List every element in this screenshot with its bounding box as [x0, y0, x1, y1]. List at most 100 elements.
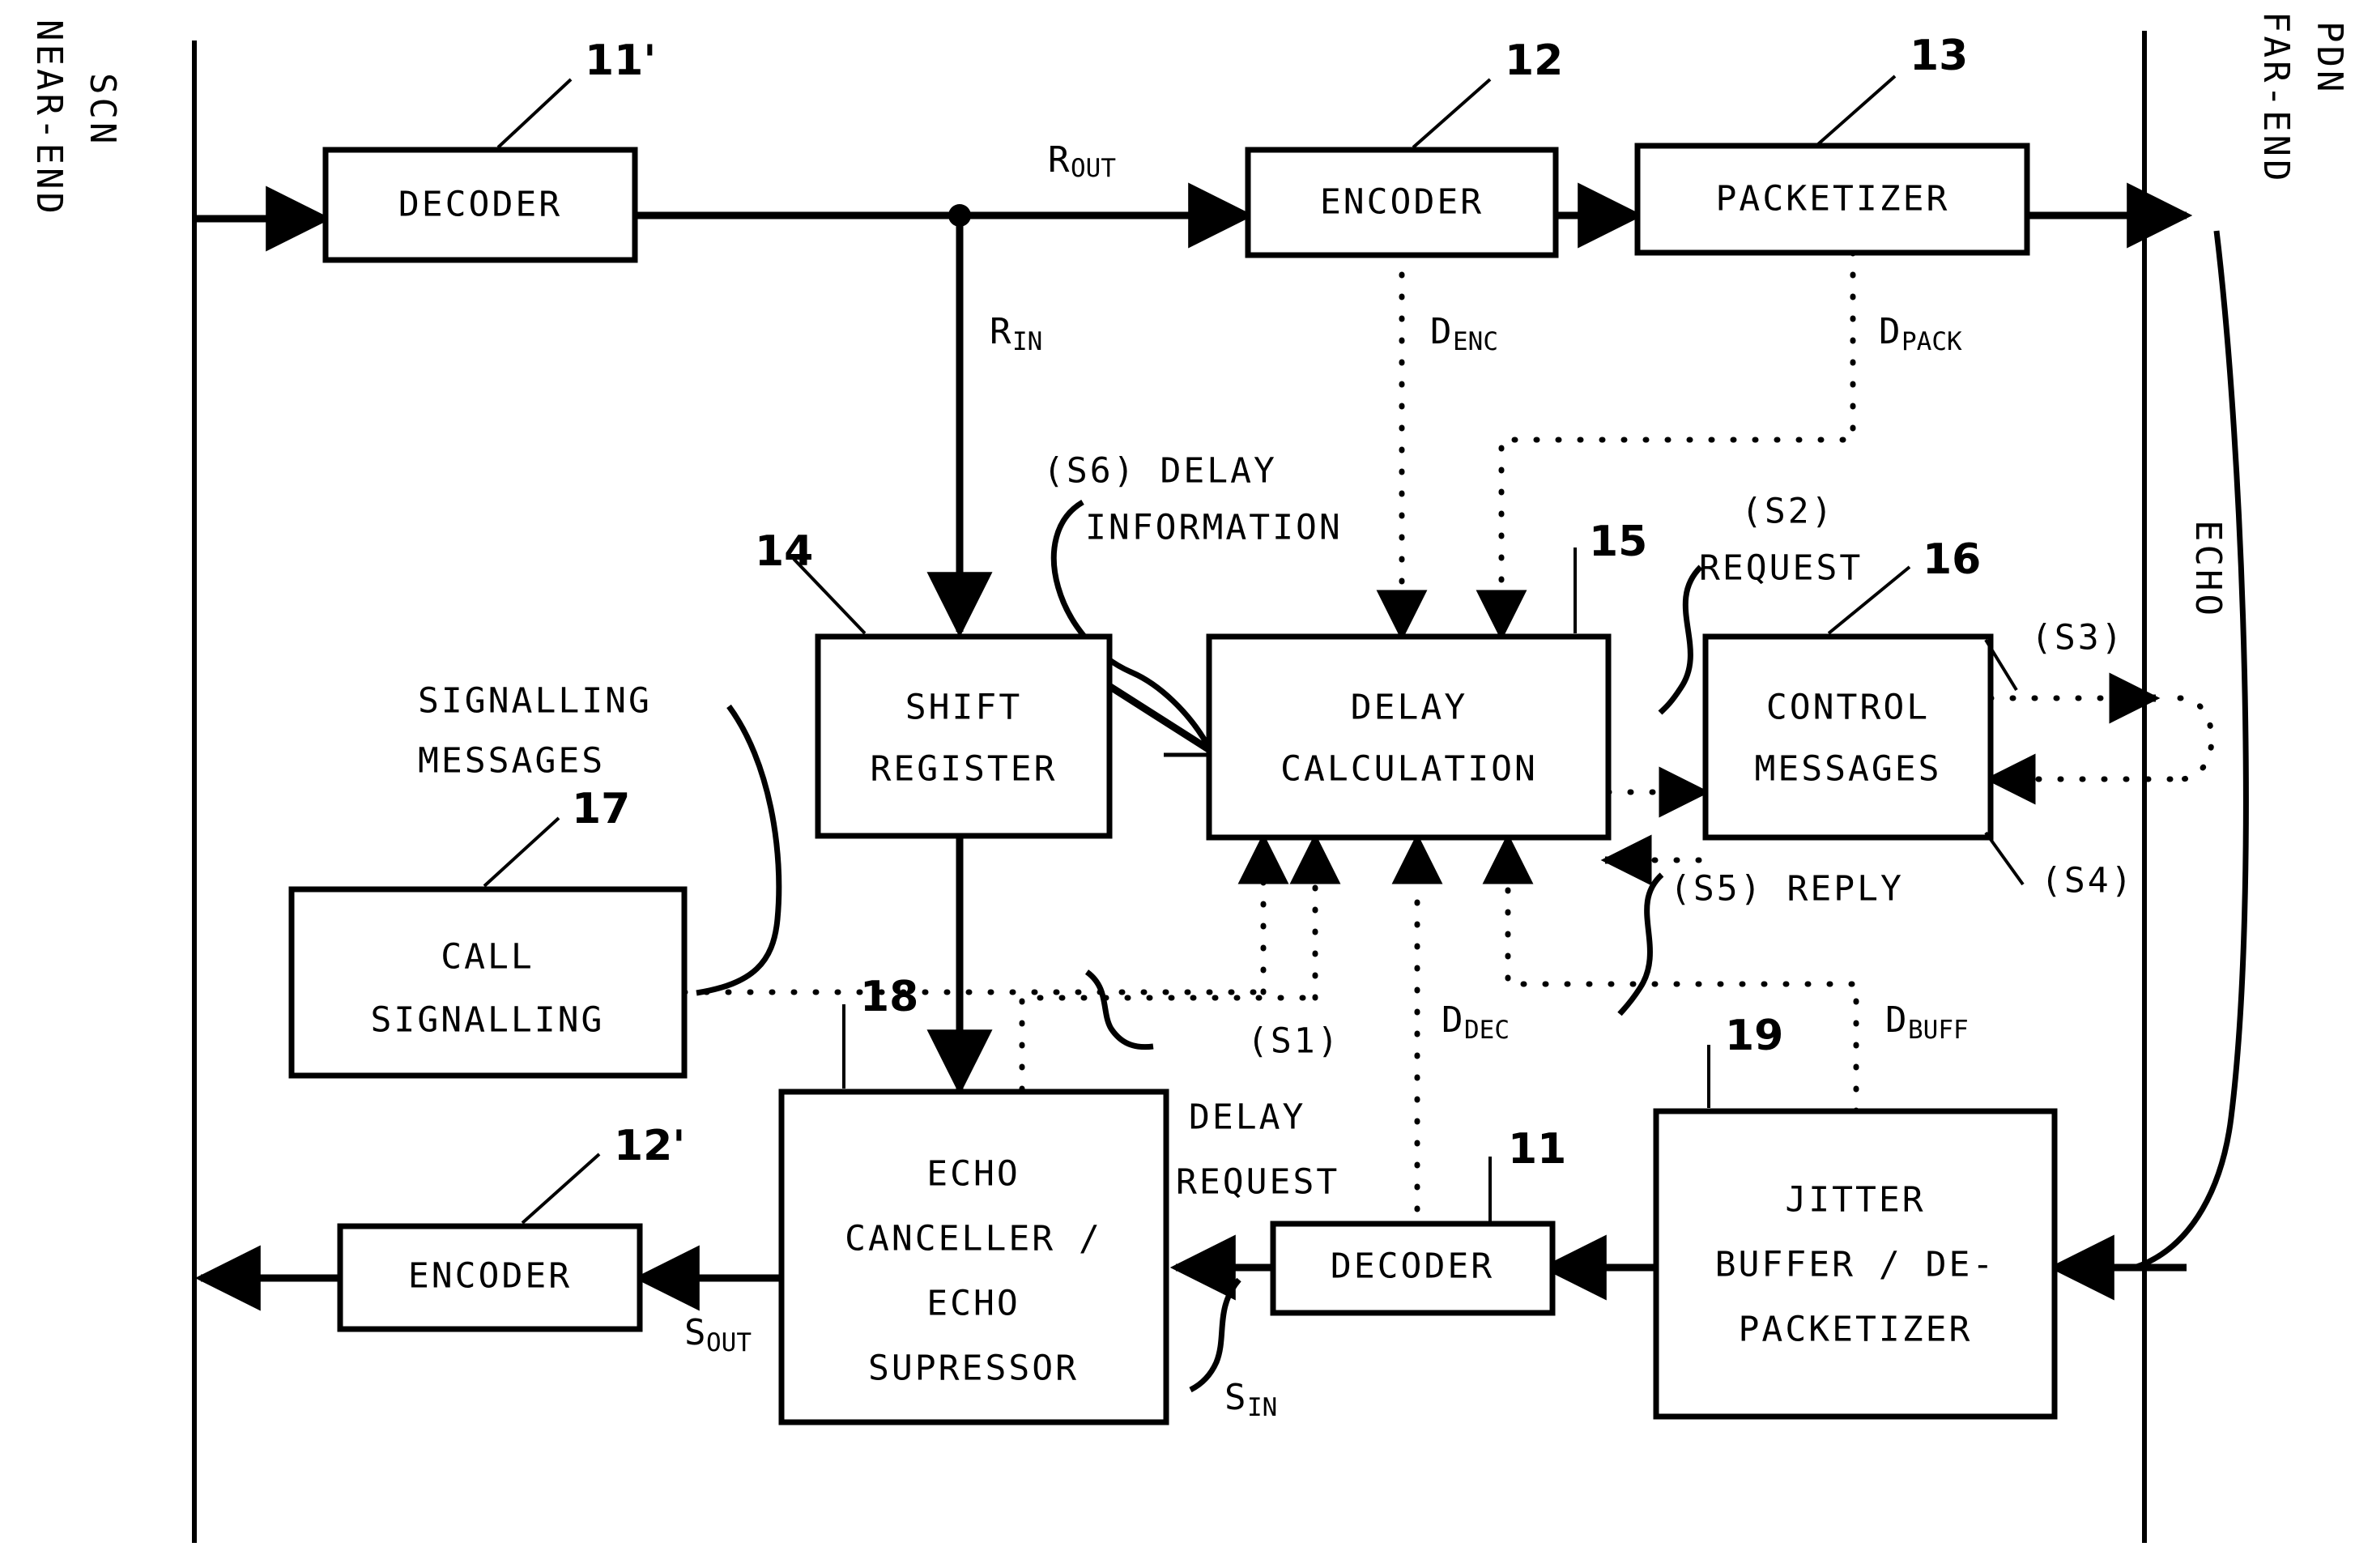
label-echo-canceller-2: CANCELLER / [845, 1219, 1102, 1259]
svg-text:D: D [1885, 999, 1907, 1041]
block-shift-register[interactable] [815, 633, 1113, 839]
rail-label-echo: ECHO [2187, 520, 2229, 619]
leader-11prime [496, 78, 573, 149]
annot-s1-line2: DELAY [1189, 1097, 1305, 1138]
signal-label-d-buff: D BUFF [1885, 999, 1969, 1045]
squiggle-s1 [1084, 969, 1154, 1050]
refnum-11prime: 11' [585, 36, 656, 85]
sig-ddec-base: D [1442, 999, 1463, 1041]
leader-13 [1816, 75, 1897, 146]
annot-signalling-line2: MESSAGES [418, 741, 605, 782]
sig-denc-base: D [1430, 311, 1452, 352]
label-encoder-top: ENCODER [1320, 182, 1484, 223]
rail-label-scn: SCN [82, 73, 123, 147]
block-control-messages[interactable] [1702, 633, 1994, 841]
refnum-17: 17 [572, 785, 630, 833]
label-echo-canceller-1: ECHO [926, 1154, 1020, 1195]
label-jitter-buffer-3: PACKETIZER [1739, 1310, 1973, 1350]
leader-17 [483, 816, 560, 888]
label-decoder-top: DECODER [398, 185, 562, 225]
label-call-signalling-2: SIGNALLING [371, 1000, 605, 1041]
squiggle-s5 [1617, 872, 1664, 1016]
annot-s3: (S3) [2031, 618, 2125, 658]
annot-s5: (S5) REPLY [1670, 869, 1904, 910]
label-jitter-buffer-1: JITTER [1785, 1180, 1925, 1221]
leader-s4 [1984, 831, 2025, 886]
label-delay-calculation-2: CALCULATION [1280, 749, 1538, 790]
refnum-15: 15 [1589, 518, 1647, 566]
sig-sout-sub: OUT [706, 1328, 752, 1357]
squiggle-s2 [1658, 565, 1703, 715]
annot-s2-line2: REQUEST [1699, 548, 1863, 589]
svg-text:OUT: OUT [1071, 154, 1116, 183]
path-echo-loop [2133, 230, 2249, 1271]
label-shift-register-1: SHIFT [905, 688, 1022, 728]
annot-s1-line1: (S1) [1247, 1021, 1341, 1062]
annot-s2-line1: (S2) [1741, 492, 1835, 532]
rail-label-pdn: PDN [2309, 21, 2350, 95]
svg-text:S: S [1224, 1377, 1246, 1418]
label-control-messages-2: MESSAGES [1754, 749, 1941, 790]
sig-rin-base: R [990, 311, 1011, 352]
squiggle-sin [1189, 1277, 1241, 1393]
sig-dbuff-sub: BUFF [1908, 1016, 1969, 1045]
signal-label-s-out: S OUT [684, 1312, 752, 1357]
label-echo-canceller-3: ECHO [926, 1284, 1020, 1324]
label-call-signalling-1: CALL [441, 937, 534, 978]
refnum-12: 12 [1505, 36, 1563, 85]
leader-12prime [521, 1153, 601, 1225]
signal-label-d-enc: D ENC [1430, 311, 1498, 356]
svg-text:IN: IN [1012, 327, 1042, 356]
annot-s4: (S4) [2041, 861, 2135, 901]
svg-text:ENC: ENC [1453, 327, 1498, 356]
signal-label-s-in: S IN [1224, 1377, 1277, 1422]
annot-signalling-line1: SIGNALLING [418, 681, 652, 722]
sig-dpack-base: D [1879, 311, 1901, 352]
label-jitter-buffer-2: BUFFER / DE- [1715, 1245, 1996, 1285]
rail-label-near-end: NEAR-END [28, 19, 70, 217]
svg-text:D: D [1879, 311, 1901, 352]
sig-rin-sub: IN [1012, 327, 1042, 356]
sig-sin-base: S [1224, 1377, 1246, 1418]
signal-label-d-dec: D DEC [1442, 999, 1510, 1045]
signal-label-r-out: R OUT [1048, 139, 1116, 183]
rail-label-far-end: FAR-END [2255, 11, 2297, 184]
sig-sout-base: S [684, 1312, 706, 1353]
leader-12 [1412, 78, 1492, 149]
sig-rout-sub: OUT [1071, 154, 1116, 183]
path-s3-loop [2177, 695, 2215, 782]
refnum-14: 14 [755, 527, 813, 576]
svg-text:DEC: DEC [1464, 1016, 1510, 1045]
svg-text:OUT: OUT [706, 1328, 752, 1357]
refnum-18: 18 [860, 973, 918, 1021]
refnum-12prime: 12' [614, 1122, 685, 1170]
refnum-19: 19 [1725, 1012, 1783, 1060]
label-packetizer: PACKETIZER [1716, 179, 1950, 219]
annot-s1-line3: REQUEST [1176, 1162, 1339, 1203]
block-delay-calculation[interactable] [1206, 633, 1612, 841]
svg-text:D: D [1430, 311, 1452, 352]
label-decoder-bottom: DECODER [1331, 1246, 1494, 1287]
block-call-signalling[interactable] [288, 886, 688, 1079]
sig-rout-base: R [1048, 139, 1070, 181]
sig-denc-sub: ENC [1453, 327, 1498, 356]
svg-text:D: D [1442, 999, 1463, 1041]
figure-canvas: DECODER ENCODER PACKETIZER SHIFT REGISTE… [0, 0, 2355, 1568]
label-control-messages-1: CONTROL [1766, 688, 1930, 728]
signal-label-d-pack: D PACK [1879, 311, 1962, 356]
squiggle-signalling [696, 704, 782, 996]
sig-sin-sub: IN [1247, 1393, 1277, 1422]
label-shift-register-2: REGISTER [870, 749, 1057, 790]
sig-ddec-sub: DEC [1464, 1016, 1510, 1045]
refnum-11: 11 [1508, 1125, 1566, 1174]
label-delay-calculation-1: DELAY [1351, 688, 1467, 728]
svg-text:R: R [990, 311, 1011, 352]
annot-s6-line1: (S6) DELAY [1043, 451, 1277, 492]
label-echo-canceller-4: SUPRESSOR [868, 1349, 1079, 1389]
svg-text:BUFF: BUFF [1908, 1016, 1969, 1045]
sig-dpack-sub: PACK [1901, 327, 1962, 356]
signal-label-r-in: R IN [990, 311, 1042, 356]
svg-text:S: S [684, 1312, 706, 1353]
block-diagram-svg: DECODER ENCODER PACKETIZER SHIFT REGISTE… [28, 11, 2350, 1543]
annot-s6-line2: INFORMATION [1085, 508, 1343, 548]
